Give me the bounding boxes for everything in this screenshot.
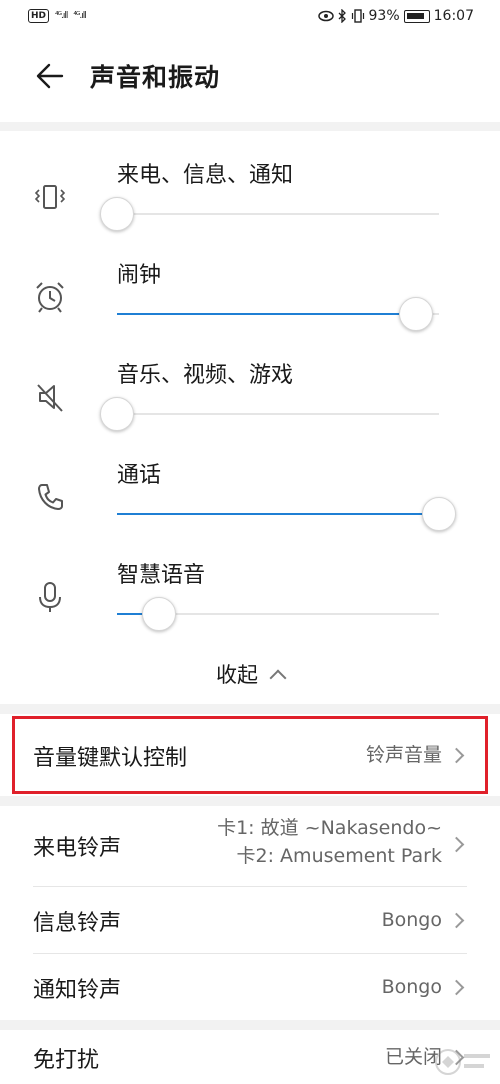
volume-row-call: 通话	[0, 431, 500, 531]
message-ringtone-label: 信息铃声	[33, 911, 122, 936]
volume-slider-thumb[interactable]	[100, 197, 134, 231]
status-bar: HD ⁴ᴳ.ıll ⁴ᴳ.ıll 93% 16:07	[0, 0, 500, 36]
volume-slider-track[interactable]	[117, 297, 439, 331]
collapse-label: 收起	[216, 663, 258, 687]
volume-label: 音乐、视频、游戏	[117, 363, 294, 388]
notification-ringtone-row[interactable]: 通知铃声 Bongo	[0, 954, 500, 1020]
notification-ringtone-value: Bongo	[381, 976, 442, 998]
signal-icon-sim1: ⁴ᴳ.ıll	[55, 11, 68, 21]
volume-slider-track[interactable]	[117, 597, 439, 631]
app-bar: 声音和振动	[0, 36, 500, 122]
volume-slider-thumb[interactable]	[422, 497, 456, 531]
bluetooth-icon	[338, 9, 346, 23]
chevron-up-icon	[269, 669, 287, 687]
call-ringtone-sim2: 卡2: Amusement Park	[236, 845, 442, 867]
dnd-row[interactable]: 免打扰 已关闭	[0, 1030, 500, 1084]
collapse-button[interactable]: 收起	[0, 659, 500, 689]
battery-percent: 93%	[368, 8, 400, 24]
volume-slider-thumb[interactable]	[100, 397, 134, 431]
microphone-icon	[39, 582, 61, 612]
eye-icon	[317, 10, 334, 22]
volume-label: 智慧语音	[117, 563, 206, 588]
signal-icon-sim2: ⁴ᴳ.ıll	[73, 11, 86, 21]
highlight-box	[12, 716, 488, 794]
volume-row-voice: 智慧语音	[0, 531, 500, 631]
dnd-card: 免打扰 已关闭	[0, 1030, 500, 1084]
volume-row-alarm: 闹钟	[0, 231, 500, 331]
chevron-right-icon	[448, 836, 465, 853]
dnd-label: 免打扰	[33, 1048, 100, 1073]
call-ringtone-value: 卡1: 故道 ~Nakasendo~ 卡2: Amusement Park	[217, 814, 442, 870]
volume-slider-track[interactable]	[117, 497, 456, 531]
volume-row-media: 音乐、视频、游戏	[0, 331, 500, 431]
chevron-right-icon	[448, 979, 465, 996]
volume-row-ringtone: 来电、信息、通知	[0, 131, 500, 231]
volume-label: 闹钟	[117, 263, 162, 288]
volume-slider-fill	[117, 313, 417, 315]
page-title: 声音和振动	[90, 63, 221, 92]
volume-slider-thumb[interactable]	[399, 297, 434, 331]
volume-label: 通话	[117, 463, 162, 488]
call-ringtone-label: 来电铃声	[33, 836, 122, 861]
volume-slider-track[interactable]	[100, 197, 439, 231]
call-ringtone-row[interactable]: 来电铃声 卡1: 故道 ~Nakasendo~ 卡2: Amusement Pa…	[0, 806, 500, 886]
chevron-right-icon	[448, 912, 465, 929]
volume-slider-fill	[117, 513, 439, 515]
watermark-logo	[435, 1049, 490, 1075]
volume-slider-thumb[interactable]	[141, 597, 176, 631]
message-ringtone-value: Bongo	[381, 909, 442, 931]
volume-label: 来电、信息、通知	[117, 163, 294, 188]
alarm-clock-icon	[36, 282, 64, 313]
notification-ringtone-label: 通知铃声	[33, 978, 122, 1003]
phone-icon	[38, 484, 63, 510]
ring-vibrate-icon	[34, 185, 66, 209]
call-ringtone-sim1: 卡1: 故道 ~Nakasendo~	[217, 817, 442, 839]
back-arrow-icon[interactable]	[34, 60, 66, 92]
vibrate-icon	[351, 9, 364, 23]
battery-icon	[403, 9, 430, 23]
volume-card: 来电、信息、通知 闹钟 音乐、视频、游戏 通话 智慧语音 收起	[0, 131, 500, 704]
hd-badge: HD	[28, 9, 50, 23]
ringtone-card: 来电铃声 卡1: 故道 ~Nakasendo~ 卡2: Amusement Pa…	[0, 806, 500, 1020]
volume-slider-track[interactable]	[100, 397, 439, 431]
message-ringtone-row[interactable]: 信息铃声 Bongo	[0, 887, 500, 953]
speaker-muted-icon	[37, 384, 63, 412]
clock-time: 16:07	[433, 8, 474, 24]
